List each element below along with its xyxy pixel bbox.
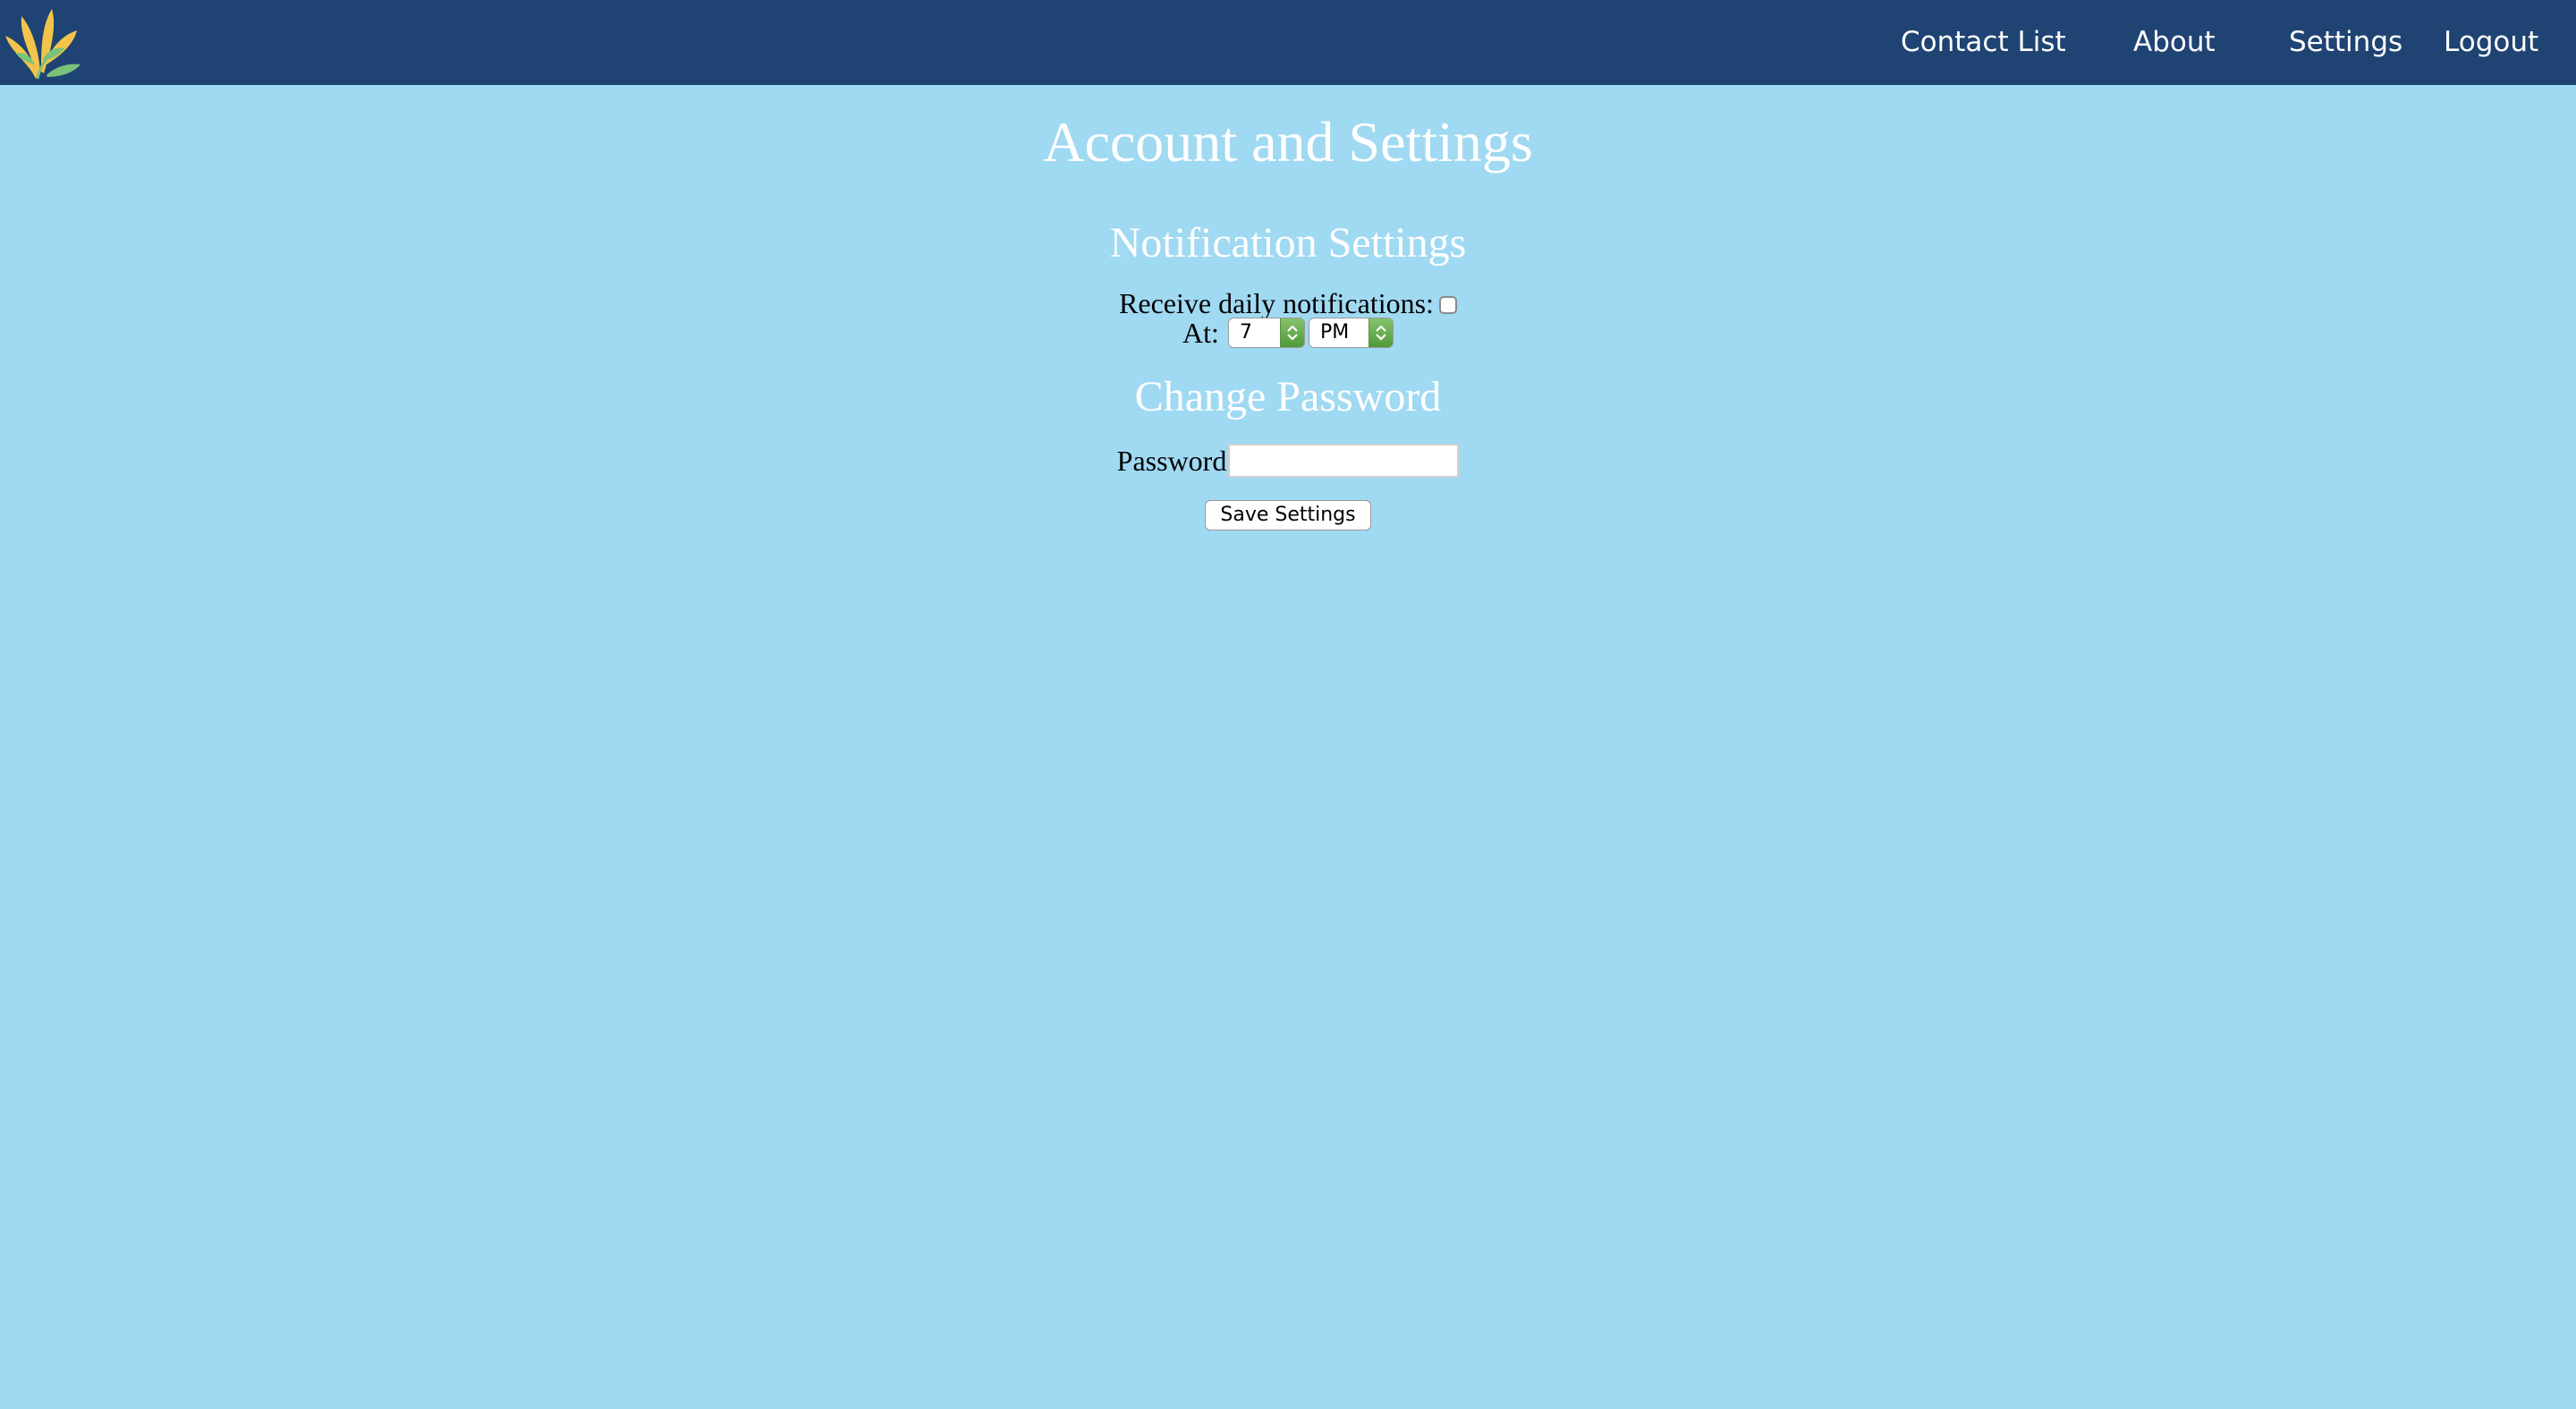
notification-settings-heading: Notification Settings xyxy=(1109,219,1467,267)
ampm-select-arrows-icon xyxy=(1368,318,1393,347)
nav-logout-link[interactable]: Logout xyxy=(2444,0,2538,85)
hour-select[interactable]: 7 xyxy=(1227,317,1305,348)
flower-leaf-logo-icon[interactable] xyxy=(2,0,84,85)
hour-select-arrows-icon xyxy=(1279,318,1304,347)
hour-select-value: 7 xyxy=(1239,320,1252,344)
top-navbar: Contact List About Settings Logout xyxy=(0,0,2576,85)
at-label: At: xyxy=(1182,316,1219,349)
ampm-select-value: PM xyxy=(1319,320,1350,344)
password-input[interactable] xyxy=(1228,443,1460,478)
page-title: Account and Settings xyxy=(1043,110,1533,174)
change-password-heading: Change Password xyxy=(1134,373,1442,420)
nav-about-link[interactable]: About xyxy=(2133,0,2216,85)
nav-contact-list-link[interactable]: Contact List xyxy=(1901,0,2066,85)
password-label: Password xyxy=(1116,444,1227,477)
ampm-select[interactable]: PM xyxy=(1308,317,1394,348)
password-row: Password xyxy=(0,437,2576,478)
nav-settings-link[interactable]: Settings xyxy=(2289,0,2402,85)
save-row: Save Settings xyxy=(0,495,2576,530)
notification-time-row: At: 7 PM xyxy=(0,311,2576,349)
save-settings-button[interactable]: Save Settings xyxy=(1205,500,1371,530)
